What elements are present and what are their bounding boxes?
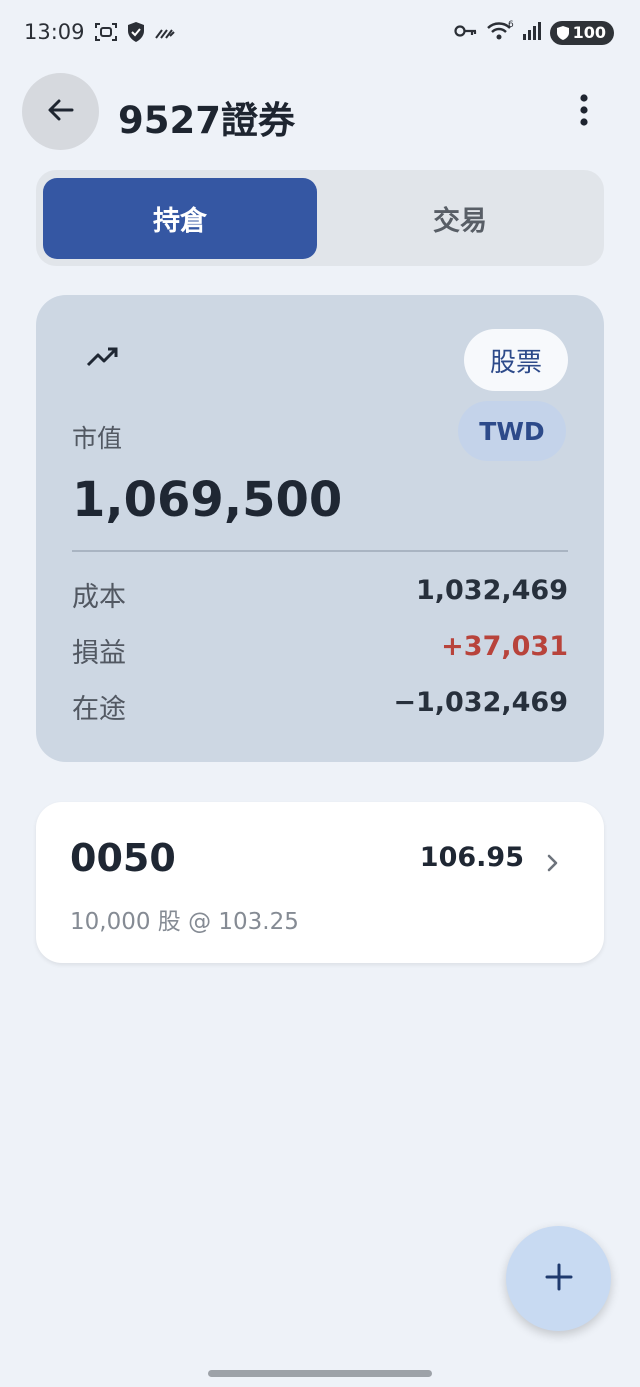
pnl-value: +37,031	[441, 631, 568, 662]
add-fab-button[interactable]	[506, 1226, 611, 1331]
arrow-left-icon	[46, 95, 76, 129]
back-button[interactable]	[22, 73, 99, 150]
more-vert-icon	[579, 93, 589, 131]
holding-detail: 10,000 股 @ 103.25	[70, 909, 299, 935]
signal-icon	[522, 21, 542, 45]
market-value: 1,069,500	[72, 472, 343, 528]
status-time: 13:09	[24, 20, 85, 44]
in-transit-value: −1,032,469	[393, 687, 568, 718]
status-bar: 13:09 6 100	[0, 0, 640, 68]
home-indicator[interactable]	[208, 1370, 432, 1377]
holding-price: 106.95	[419, 842, 524, 873]
tab-transactions[interactable]: 交易	[323, 178, 597, 259]
holding-item[interactable]: 0050 106.95 10,000 股 @ 103.25	[36, 802, 604, 963]
cost-row: 成本 1,032,469	[72, 575, 568, 615]
vpn-key-icon	[453, 23, 478, 43]
page-title: 9527證券	[118, 99, 295, 142]
plus-icon	[544, 1262, 574, 1296]
cost-label: 成本	[72, 582, 126, 613]
wifi-icon: 6	[486, 20, 514, 46]
holding-symbol: 0050	[70, 836, 176, 880]
trending-up-icon	[86, 345, 120, 373]
tab-selector: 持倉 交易	[36, 170, 604, 266]
asset-type-chip[interactable]: 股票	[464, 329, 568, 391]
screenshot-icon	[94, 21, 118, 47]
market-value-label: 市值	[72, 424, 123, 453]
pnl-row: 損益 +37,031	[72, 631, 568, 671]
chevron-right-icon	[546, 852, 560, 878]
summary-card: 股票 TWD 市值 1,069,500 成本 1,032,469 損益 +37,…	[36, 295, 604, 762]
more-options-button[interactable]	[566, 90, 602, 134]
svg-text:6: 6	[508, 20, 514, 30]
tab-holdings[interactable]: 持倉	[43, 178, 317, 259]
pnl-label: 損益	[72, 638, 126, 669]
battery-shield-icon	[556, 26, 569, 40]
cost-value: 1,032,469	[415, 575, 568, 606]
no-signal-icon	[154, 24, 176, 44]
in-transit-label: 在途	[72, 694, 126, 725]
battery-indicator: 100	[549, 21, 614, 45]
app-bar: 9527證券	[0, 70, 640, 154]
shield-icon	[126, 21, 146, 47]
divider	[72, 550, 568, 552]
currency-chip[interactable]: TWD	[458, 401, 566, 461]
in-transit-row: 在途 −1,032,469	[72, 687, 568, 727]
battery-level: 100	[572, 23, 606, 42]
